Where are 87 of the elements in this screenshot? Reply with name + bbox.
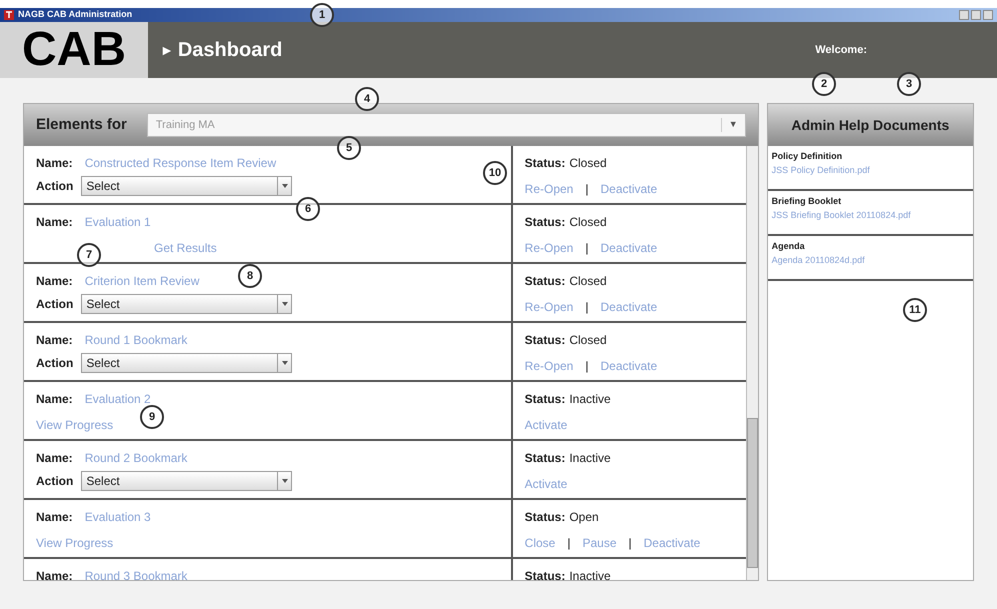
element-name-link[interactable]: Criterion Item Review: [84, 272, 200, 290]
status-action-link[interactable]: Deactivate: [600, 239, 658, 257]
view-progress-link[interactable]: View Progress: [36, 416, 114, 434]
action-label: Action: [36, 296, 74, 313]
action-dropdown[interactable]: Select: [81, 176, 292, 196]
status-action-link[interactable]: Activate: [524, 416, 568, 434]
link-separator: |: [585, 240, 588, 257]
link-separator: |: [585, 358, 588, 375]
action-label: Action: [36, 355, 74, 372]
element-name-link[interactable]: Round 2 Bookmark: [84, 449, 188, 467]
minimize-icon[interactable]: [959, 10, 969, 20]
status-label: Status:: [524, 509, 566, 526]
page-title: Dashboard: [178, 38, 282, 63]
maximize-icon[interactable]: [971, 10, 981, 20]
status-action-link[interactable]: Re-Open: [524, 180, 574, 198]
name-label: Name:: [36, 391, 73, 408]
status-value: Closed: [569, 214, 607, 231]
window-title: NAGB CAB Administration: [18, 8, 132, 22]
document-title: Agenda: [772, 240, 806, 253]
link-separator: |: [585, 181, 588, 198]
logo-text: CAB: [22, 26, 126, 74]
document-title: Briefing Booklet: [772, 195, 842, 208]
help-title: Admin Help Documents: [791, 116, 950, 135]
scrollbar[interactable]: [746, 146, 758, 580]
status-value: Inactive: [569, 450, 611, 467]
status-value: Closed: [569, 273, 607, 290]
document-link[interactable]: Agenda 20110824d.pdf: [772, 254, 865, 267]
action-dropdown[interactable]: Select: [81, 294, 292, 314]
status-action-link[interactable]: Deactivate: [600, 180, 658, 198]
name-label: Name:: [36, 450, 73, 467]
action-label: Action: [36, 178, 74, 195]
status-action-link[interactable]: Re-Open: [524, 239, 574, 257]
action-dropdown[interactable]: Select: [81, 471, 292, 491]
element-name-link[interactable]: Constructed Response Item Review: [84, 154, 276, 172]
dropdown-value: Select: [86, 355, 120, 372]
breadcrumb-arrow: ►: [160, 40, 174, 60]
view-progress-link[interactable]: View Progress: [36, 534, 114, 552]
status-value: Inactive: [569, 391, 611, 408]
status-value: Closed: [569, 155, 607, 172]
document-link[interactable]: JSS Briefing Booklet 20110824.pdf: [772, 208, 911, 222]
element-name-link[interactable]: Evaluation 3: [84, 508, 151, 526]
action-label: Action: [36, 473, 74, 490]
dropdown-value: Training MA: [156, 118, 215, 133]
status-value: Open: [569, 509, 599, 526]
action-dropdown[interactable]: Select: [81, 353, 292, 373]
status-label: Status:: [524, 391, 566, 408]
link-separator: |: [567, 535, 570, 552]
element-name-link[interactable]: Round 3 Bookmark: [84, 567, 188, 580]
status-action-link[interactable]: Deactivate: [644, 534, 700, 552]
element-name-link[interactable]: Evaluation 1: [84, 213, 151, 231]
welcome-label: Welcome:: [815, 42, 867, 58]
status-action-link[interactable]: Activate: [524, 475, 568, 493]
app-icon: [4, 10, 14, 20]
name-label: Name:: [36, 214, 73, 231]
element-name-link[interactable]: Round 1 Bookmark: [84, 331, 188, 349]
dropdown-value: Select: [86, 178, 120, 195]
status-label: Status:: [524, 155, 566, 172]
name-label: Name:: [36, 509, 73, 526]
callout-number: 1: [310, 3, 334, 27]
status-label: Status:: [524, 332, 566, 349]
status-value: Closed: [569, 332, 607, 349]
status-value: Inactive: [569, 568, 611, 580]
dropdown-value: Select: [86, 473, 120, 490]
get-results-link[interactable]: Get Results: [154, 239, 217, 257]
name-label: Name:: [36, 568, 73, 580]
elements-label: Elements for: [36, 114, 127, 135]
dropdown-value: Select: [86, 296, 120, 313]
status-label: Status:: [524, 273, 566, 290]
link-separator: |: [628, 535, 632, 552]
status-label: Status:: [524, 214, 566, 231]
status-label: Status:: [524, 568, 566, 580]
name-label: Name:: [36, 332, 73, 349]
status-action-link[interactable]: Re-Open: [524, 298, 574, 316]
status-action-link[interactable]: Pause: [582, 534, 616, 552]
training-dropdown[interactable]: Training MA ▼: [146, 113, 746, 137]
name-label: Name:: [36, 155, 73, 172]
status-action-link[interactable]: Close: [524, 534, 556, 552]
close-icon[interactable]: [983, 10, 993, 20]
name-label: Name:: [36, 273, 73, 290]
status-label: Status:: [524, 450, 566, 467]
status-action-link[interactable]: Deactivate: [600, 357, 658, 375]
status-action-link[interactable]: Re-Open: [524, 357, 574, 375]
document-title: Policy Definition: [772, 150, 844, 163]
status-action-link[interactable]: Deactivate: [600, 298, 658, 316]
document-link[interactable]: JSS Policy Definition.pdf: [772, 164, 870, 177]
element-name-link[interactable]: Evaluation 2: [84, 390, 151, 408]
link-separator: |: [585, 299, 588, 316]
